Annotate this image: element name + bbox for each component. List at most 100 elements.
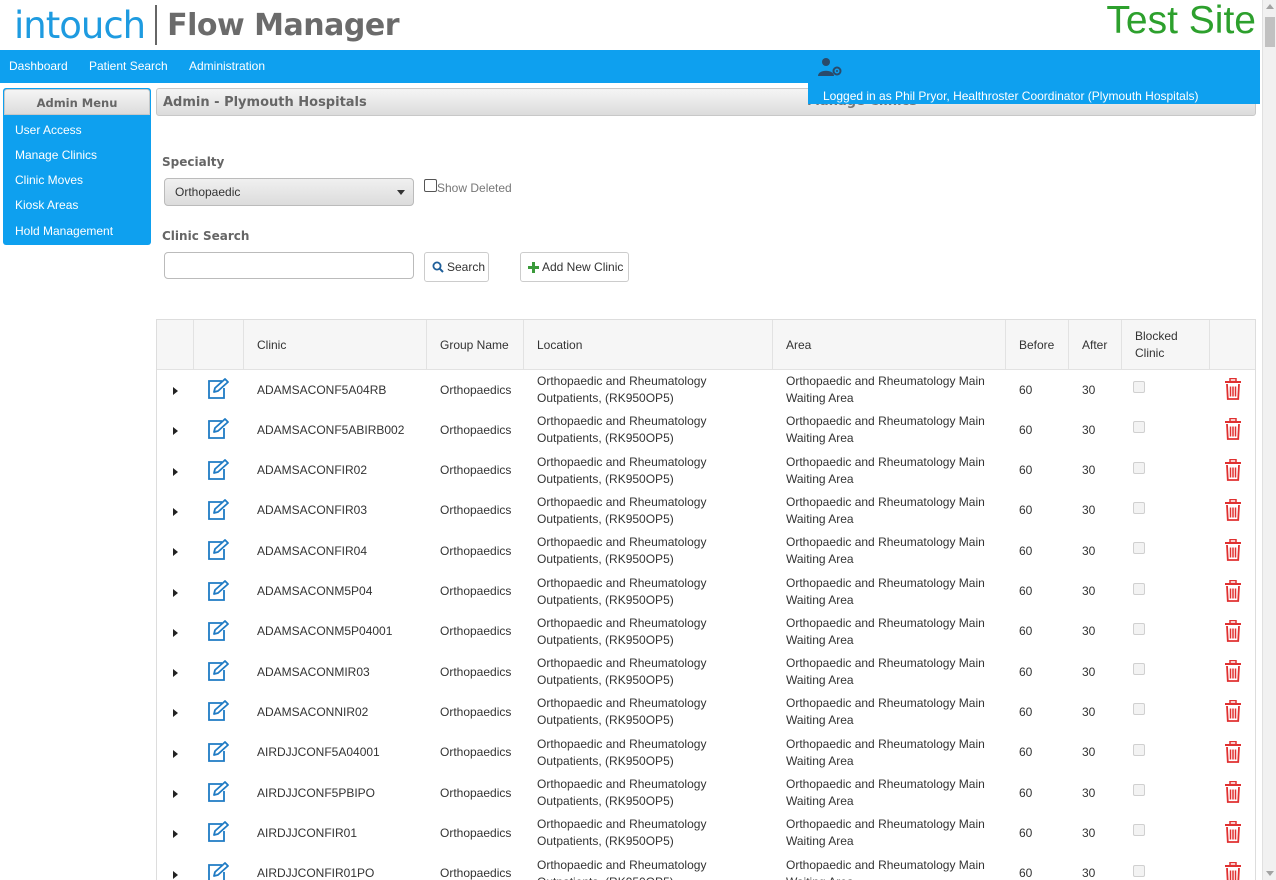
trash-icon[interactable] (1224, 619, 1242, 642)
expand-row-icon[interactable] (173, 830, 178, 839)
blocked-clinic-checkbox[interactable] (1133, 743, 1145, 756)
cell-after: 30 (1082, 664, 1096, 679)
nav-patient-search[interactable]: Patient Search (89, 59, 168, 73)
trash-icon[interactable] (1224, 579, 1242, 602)
trash-icon[interactable] (1224, 418, 1242, 441)
th-after[interactable]: After (1069, 320, 1122, 370)
cell-clinic: ADAMSACONFIR04 (257, 543, 368, 558)
th-group-name[interactable]: Group Name (427, 320, 524, 370)
edit-icon[interactable] (206, 579, 230, 602)
expand-row-icon[interactable] (173, 709, 178, 718)
expand-row-icon[interactable] (173, 749, 178, 758)
expand-row-icon[interactable] (173, 387, 178, 395)
nav-administration[interactable]: Administration (189, 59, 265, 73)
trash-icon[interactable] (1224, 740, 1242, 763)
trash-icon[interactable] (1224, 378, 1242, 400)
expand-row-icon[interactable] (173, 669, 178, 678)
edit-icon[interactable] (206, 418, 230, 440)
th-blocked-clinic[interactable]: Blocked Clinic (1122, 320, 1210, 370)
expand-row-icon[interactable] (173, 427, 178, 436)
trash-icon[interactable] (1224, 781, 1242, 803)
cell-group: Orthopaedics (440, 543, 512, 558)
cell-clinic: ADAMSACONM5P04001 (257, 624, 393, 639)
expand-row-icon[interactable] (173, 507, 178, 516)
trash-icon[interactable] (1224, 700, 1242, 723)
blocked-clinic-checkbox[interactable] (1133, 622, 1145, 635)
blocked-clinic-checkbox[interactable] (1133, 663, 1145, 676)
edit-icon[interactable] (206, 700, 230, 722)
specialty-select[interactable]: Orthopaedic (164, 178, 414, 206)
nav-dashboard[interactable]: Dashboard (9, 59, 68, 73)
table-row: AIRDJJCONFIR01PO Orthopaedics Orthopaedic … (157, 854, 1255, 880)
cell-location: Orthopaedic and Rheumatology Outpatients… (537, 494, 707, 526)
blocked-clinic-checkbox[interactable] (1133, 421, 1145, 434)
th-location[interactable]: Location (524, 320, 773, 370)
cell-location: Orthopaedic and Rheumatology Outpatients… (537, 656, 707, 688)
app-logo[interactable]: intouch Flow Manager (14, 3, 399, 47)
search-icon (432, 261, 444, 273)
blocked-clinic-checkbox[interactable] (1133, 582, 1145, 595)
edit-icon[interactable] (206, 539, 230, 561)
edit-icon[interactable] (206, 861, 230, 880)
blocked-clinic-checkbox[interactable] (1133, 542, 1145, 555)
blocked-clinic-checkbox[interactable] (1133, 381, 1145, 393)
trash-icon[interactable] (1224, 539, 1242, 562)
sidebar-item-clinic-moves[interactable]: Clinic Moves (15, 173, 83, 187)
blocked-clinic-checkbox[interactable] (1133, 824, 1145, 837)
edit-icon[interactable] (206, 619, 230, 642)
cell-before: 60 (1019, 463, 1033, 478)
expand-row-icon[interactable] (173, 790, 178, 798)
th-area[interactable]: Area (773, 320, 1006, 370)
edit-icon[interactable] (206, 378, 230, 400)
page-scrollbar[interactable] (1262, 0, 1276, 880)
add-new-clinic-button[interactable]: Add New Clinic (520, 252, 629, 282)
edit-icon[interactable] (206, 660, 230, 682)
chevron-down-icon (397, 190, 405, 195)
scroll-down-arrow-icon[interactable] (1266, 871, 1274, 876)
expand-row-icon[interactable] (173, 628, 178, 637)
expand-row-icon[interactable] (173, 588, 178, 597)
edit-icon[interactable] (206, 498, 230, 521)
trash-icon[interactable] (1224, 660, 1242, 682)
cell-clinic: ADAMSACONFIR02 (257, 463, 368, 478)
cell-location: Orthopaedic and Rheumatology Outpatients… (537, 575, 707, 607)
search-button[interactable]: Search (424, 252, 489, 282)
show-deleted-checkbox[interactable] (424, 179, 437, 192)
table-row: ADAMSACONNIR02 Orthopaedics Orthopaedic an… (157, 692, 1255, 732)
sidebar-item-kiosk-areas[interactable]: Kiosk Areas (15, 198, 78, 212)
expand-row-icon[interactable] (173, 548, 178, 557)
blocked-clinic-checkbox[interactable] (1133, 461, 1145, 474)
test-site-label: Test Site (1106, 0, 1256, 42)
clinic-search-input[interactable] (164, 252, 414, 279)
user-cog-icon[interactable] (818, 57, 842, 77)
edit-icon[interactable] (206, 781, 230, 803)
edit-icon[interactable] (206, 740, 230, 763)
cell-location: Orthopaedic and Rheumatology Outpatients… (537, 817, 707, 849)
blocked-clinic-checkbox[interactable] (1133, 864, 1145, 877)
th-before[interactable]: Before (1006, 320, 1069, 370)
cell-group: Orthopaedics (440, 745, 512, 760)
edit-icon[interactable] (206, 821, 230, 843)
cell-after: 30 (1082, 624, 1096, 639)
sidebar-item-user-access[interactable]: User Access (15, 123, 82, 137)
show-deleted-label[interactable]: Show Deleted (437, 181, 512, 195)
expand-row-icon[interactable] (173, 467, 178, 476)
th-edit (194, 320, 244, 370)
sidebar-item-manage-clinics[interactable]: Manage Clinics (15, 148, 97, 162)
expand-row-icon[interactable] (173, 870, 178, 879)
edit-icon[interactable] (206, 458, 230, 481)
trash-icon[interactable] (1224, 458, 1242, 481)
cell-clinic: AIRDJJCONFIR01PO (257, 866, 375, 880)
blocked-clinic-checkbox[interactable] (1133, 501, 1145, 514)
trash-icon[interactable] (1224, 861, 1242, 880)
blocked-clinic-checkbox[interactable] (1133, 703, 1145, 716)
sidebar-item-hold-management[interactable]: Hold Management (15, 224, 113, 238)
th-clinic[interactable]: Clinic (244, 320, 427, 370)
cell-before: 60 (1019, 584, 1033, 598)
scroll-up-arrow-icon[interactable] (1266, 4, 1274, 9)
trash-icon[interactable] (1224, 498, 1242, 521)
blocked-clinic-checkbox[interactable] (1133, 784, 1145, 796)
cell-before: 60 (1019, 382, 1033, 397)
scroll-thumb[interactable] (1265, 17, 1275, 47)
trash-icon[interactable] (1224, 821, 1242, 844)
